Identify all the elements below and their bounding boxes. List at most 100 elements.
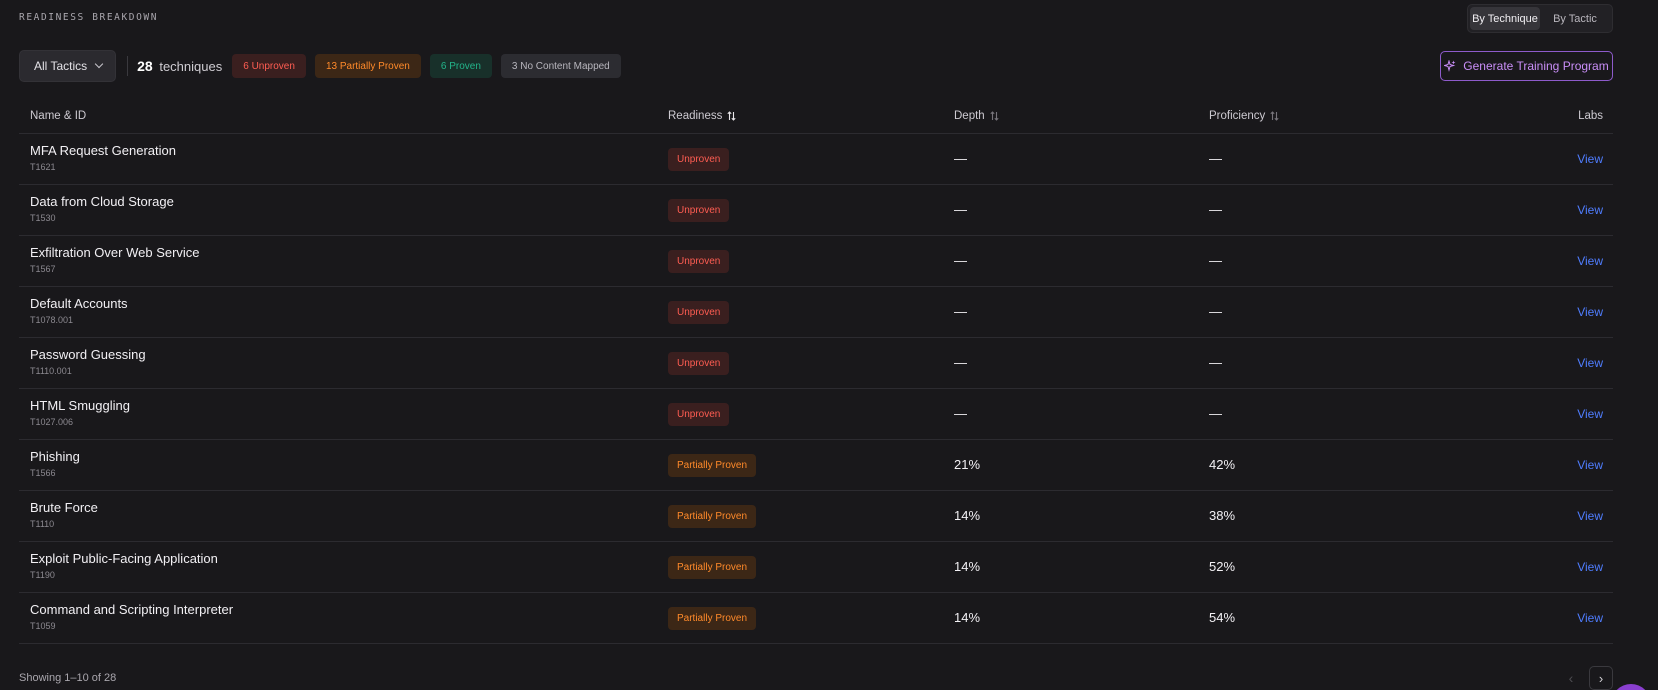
view-labs-link[interactable]: View (1577, 203, 1603, 217)
section-title: READINESS BREAKDOWN (19, 12, 159, 23)
pagination-summary: Showing 1–10 of 28 (19, 672, 117, 684)
technique-cell: HTML Smuggling T1027.006 (30, 398, 130, 427)
technique-name: Data from Cloud Storage (30, 194, 174, 209)
technique-name: Default Accounts (30, 296, 128, 311)
techniques-table: Name & ID Readiness Depth Proficiency La… (19, 102, 1613, 644)
header-depth-label: Depth (954, 110, 985, 122)
readiness-page: READINESS BREAKDOWN By Technique By Tact… (0, 0, 1658, 690)
by-technique-toggle[interactable]: By Technique (1470, 7, 1540, 30)
technique-cell: Phishing T1566 (30, 449, 80, 478)
readiness-cell: Unproven (668, 352, 730, 375)
technique-cell: Exfiltration Over Web Service T1567 (30, 245, 200, 274)
proficiency-value: 42% (1209, 457, 1236, 472)
view-labs-link[interactable]: View (1577, 152, 1603, 166)
header-proficiency[interactable]: Proficiency (1209, 110, 1279, 122)
technique-cell: MFA Request Generation T1621 (30, 143, 176, 172)
view-labs-link[interactable]: View (1577, 407, 1603, 421)
proficiency-value: — (1209, 355, 1222, 370)
readiness-cell: Unproven (668, 148, 730, 171)
no-content-filter-pill[interactable]: 3 No Content Mapped (500, 54, 621, 78)
table-body: MFA Request Generation T1621 Unproven — — Vie… (19, 134, 1613, 644)
readiness-badge: Unproven (668, 301, 730, 324)
header-name: Name & ID (30, 110, 86, 122)
proficiency-value: — (1209, 304, 1222, 319)
generate-training-program-button[interactable]: Generate Training Program (1440, 51, 1613, 81)
readiness-badge: Partially Proven (668, 556, 757, 579)
sort-icon (727, 111, 736, 121)
readiness-cell: Unproven (668, 199, 730, 222)
readiness-cell: Partially Proven (668, 556, 757, 579)
by-tactic-toggle[interactable]: By Tactic (1540, 7, 1610, 30)
proficiency-value: — (1209, 406, 1222, 421)
tactics-dropdown-label: All Tactics (34, 59, 88, 73)
technique-name: Phishing (30, 449, 80, 464)
depth-value: — (954, 355, 967, 370)
view-labs-link[interactable]: View (1577, 611, 1603, 625)
table-row[interactable]: Exploit Public-Facing Application T1190 Pa… (19, 542, 1613, 593)
header-readiness-label: Readiness (668, 110, 723, 122)
partially-proven-filter-pill[interactable]: 13 Partially Proven (314, 54, 421, 78)
header-proficiency-label: Proficiency (1209, 110, 1266, 122)
technique-id: T1078.001 (30, 315, 74, 325)
technique-name: HTML Smuggling (30, 398, 130, 413)
table-row[interactable]: Exfiltration Over Web Service T1567 Unprov… (19, 236, 1613, 287)
view-labs-link[interactable]: View (1577, 509, 1603, 523)
proficiency-value: 38% (1209, 508, 1236, 523)
readiness-badge: Unproven (668, 148, 730, 171)
table-row[interactable]: Phishing T1566 Partially Proven 21% 42% View (19, 440, 1613, 491)
table-row[interactable]: Data from Cloud Storage T1530 Unproven — — Vi… (19, 185, 1613, 236)
view-labs-link[interactable]: View (1577, 305, 1603, 319)
technique-id: T1530 (30, 213, 56, 223)
depth-value: — (954, 202, 967, 217)
readiness-cell: Partially Proven (668, 454, 757, 477)
table-row[interactable]: MFA Request Generation T1621 Unproven — — Vie… (19, 134, 1613, 185)
readiness-badge: Unproven (668, 250, 730, 273)
readiness-cell: Unproven (668, 301, 730, 324)
tactics-dropdown[interactable]: All Tactics (19, 50, 117, 82)
proficiency-value: — (1209, 202, 1222, 217)
depth-value: — (954, 253, 967, 268)
technique-cell: Data from Cloud Storage T1530 (30, 194, 174, 223)
view-labs-link[interactable]: View (1577, 254, 1603, 268)
readiness-badge: Unproven (668, 352, 730, 375)
technique-id: T1190 (30, 570, 55, 580)
technique-cell: Command and Scripting Interpreter T1059 (30, 602, 233, 631)
unproven-filter-pill[interactable]: 6 Unproven (232, 54, 306, 78)
technique-id: T1566 (30, 468, 56, 478)
view-labs-link[interactable]: View (1577, 560, 1603, 574)
technique-cell: Default Accounts T1078.001 (30, 296, 128, 325)
assistant-fab-button[interactable] (1611, 684, 1651, 690)
technique-id: T1110 (30, 519, 55, 529)
technique-name: Brute Force (30, 500, 98, 515)
generate-training-program-label: Generate Training Program (1463, 59, 1609, 73)
depth-value: — (954, 406, 967, 421)
table-row[interactable]: Default Accounts T1078.001 Unproven — — View (19, 287, 1613, 338)
proficiency-value: — (1209, 151, 1222, 166)
header-depth[interactable]: Depth (954, 110, 999, 122)
table-row[interactable]: Command and Scripting Interpreter T1059 Pa… (19, 593, 1613, 644)
technique-cell: Exploit Public-Facing Application T1190 (30, 551, 218, 580)
technique-name: Exploit Public-Facing Application (30, 551, 218, 566)
technique-name: Exfiltration Over Web Service (30, 245, 200, 260)
sort-icon (1270, 111, 1279, 121)
view-labs-link[interactable]: View (1577, 458, 1603, 472)
next-page-button[interactable]: › (1589, 666, 1613, 690)
readiness-badge: Partially Proven (668, 607, 757, 630)
view-labs-link[interactable]: View (1577, 356, 1603, 370)
technique-id: T1567 (30, 264, 56, 274)
proven-filter-pill[interactable]: 6 Proven (429, 54, 492, 78)
table-row[interactable]: HTML Smuggling T1027.006 Unproven — — View (19, 389, 1613, 440)
header-readiness[interactable]: Readiness (668, 110, 736, 122)
table-row[interactable]: Brute Force T1110 Partially Proven 14% 38% Vi… (19, 491, 1613, 542)
readiness-cell: Partially Proven (668, 505, 757, 528)
prev-page-button[interactable]: ‹ (1561, 667, 1581, 689)
proficiency-value: 52% (1209, 559, 1236, 574)
table-header: Name & ID Readiness Depth Proficiency La… (19, 102, 1613, 134)
table-row[interactable]: Password Guessing T1110.001 Unproven — — View (19, 338, 1613, 389)
depth-value: 14% (954, 508, 981, 523)
depth-value: — (954, 151, 967, 166)
readiness-badge: Unproven (668, 199, 730, 222)
proficiency-value: 54% (1209, 610, 1236, 625)
divider (127, 56, 129, 76)
technique-id: T1110.001 (30, 366, 72, 376)
